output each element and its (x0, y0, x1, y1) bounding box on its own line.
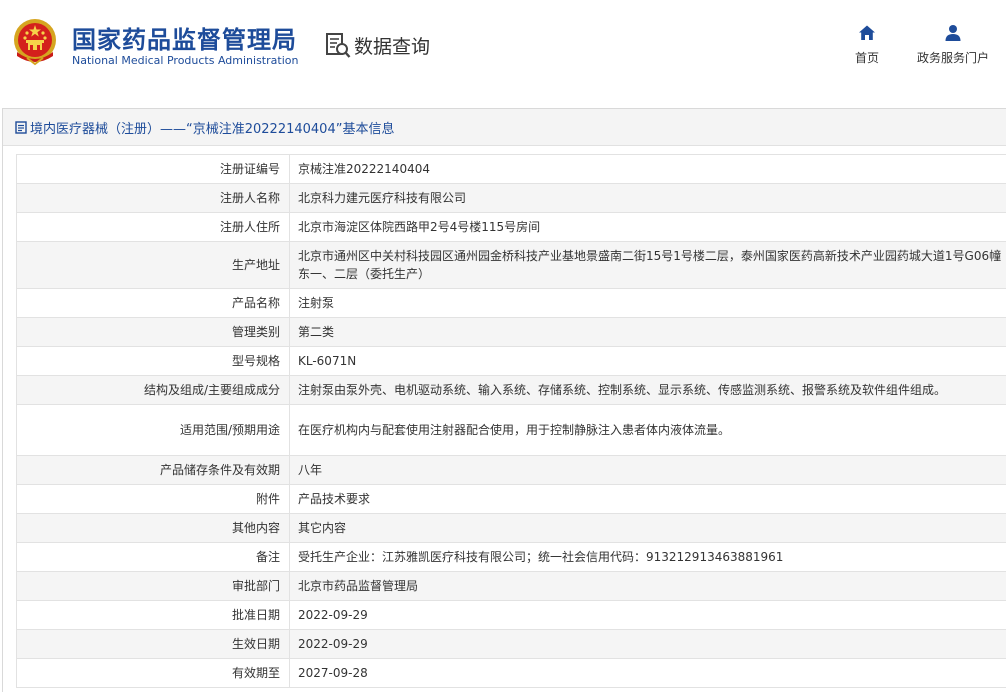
nav-home[interactable]: 首页 (846, 24, 888, 66)
table-row: 注册人名称北京科力建元医疗科技有限公司 (17, 184, 1006, 213)
org-name-cn[interactable]: 国家药品监督管理局 (72, 20, 297, 55)
table-row: 生效日期2022-09-29 (17, 630, 1006, 659)
table-row: 产品名称注射泵 (17, 289, 1006, 318)
nav-service-portal-label: 政务服务门户 (912, 49, 994, 66)
national-emblem-icon (13, 18, 57, 66)
field-value: 在医疗机构内与配套使用注射器配合使用，用于控制静脉注入患者体内液体流量。 (290, 405, 1006, 456)
field-value: 2022-09-29 (290, 601, 1006, 630)
table-row: 型号规格KL-6071N (17, 347, 1006, 376)
field-label: 管理类别 (17, 318, 290, 347)
field-value: 2027-09-28 (290, 659, 1006, 688)
table-row: 适用范围/预期用途在医疗机构内与配套使用注射器配合使用，用于控制静脉注入患者体内… (17, 405, 1006, 456)
site-header: 国家药品监督管理局 National Medical Products Admi… (0, 0, 1006, 96)
document-icon (15, 121, 27, 134)
table-row: 注册证编号京械注准20222140404 (17, 155, 1006, 184)
field-value: 北京科力建元医疗科技有限公司 (290, 184, 1006, 213)
table-row: 有效期至2027-09-28 (17, 659, 1006, 688)
data-search-icon (325, 31, 351, 59)
table-row: 生产地址北京市通州区中关村科技园区通州园金桥科技产业基地景盛南二街15号1号楼二… (17, 242, 1006, 289)
table-row: 附件产品技术要求 (17, 485, 1006, 514)
table-row: 备注受托生产企业：江苏雅凯医疗科技有限公司；统一社会信用代码：913212913… (17, 543, 1006, 572)
field-value: 京械注准20222140404 (290, 155, 1006, 184)
field-label: 批准日期 (17, 601, 290, 630)
field-value: 2022-09-29 (290, 630, 1006, 659)
field-label: 适用范围/预期用途 (17, 405, 290, 456)
field-value: 注射泵由泵外壳、电机驱动系统、输入系统、存储系统、控制系统、显示系统、传感监测系… (290, 376, 1006, 405)
field-value: 产品技术要求 (290, 485, 1006, 514)
field-value: 注射泵 (290, 289, 1006, 318)
field-label: 注册人名称 (17, 184, 290, 213)
table-row: 注册人住所北京市海淀区体院西路甲2号4号楼115号房间 (17, 213, 1006, 242)
field-value: 北京市药品监督管理局 (290, 572, 1006, 601)
registration-info-table: 注册证编号京械注准20222140404 注册人名称北京科力建元医疗科技有限公司… (16, 154, 1006, 688)
field-label: 生效日期 (17, 630, 290, 659)
field-value: 第二类 (290, 318, 1006, 347)
table-row: 其他内容其它内容 (17, 514, 1006, 543)
field-label: 备注 (17, 543, 290, 572)
field-label: 附件 (17, 485, 290, 514)
field-label: 注册证编号 (17, 155, 290, 184)
field-label: 产品储存条件及有效期 (17, 456, 290, 485)
field-label: 产品名称 (17, 289, 290, 318)
field-value: 受托生产企业：江苏雅凯医疗科技有限公司；统一社会信用代码：91321291346… (290, 543, 1006, 572)
table-row: 批准日期2022-09-29 (17, 601, 1006, 630)
user-icon (944, 24, 962, 42)
table-row: 管理类别第二类 (17, 318, 1006, 347)
panel-header: 境内医疗器械（注册）——“京械注准20222140404”基本信息 (3, 109, 1006, 146)
nav-service-portal[interactable]: 政务服务门户 (912, 24, 994, 66)
table-row: 产品储存条件及有效期八年 (17, 456, 1006, 485)
field-label: 结构及组成/主要组成成分 (17, 376, 290, 405)
data-query-section: 数据查询 (325, 31, 430, 59)
panel-title: 境内医疗器械（注册）——“京械注准20222140404”基本信息 (30, 118, 394, 137)
field-label: 其他内容 (17, 514, 290, 543)
field-label: 注册人住所 (17, 213, 290, 242)
field-value: 北京市海淀区体院西路甲2号4号楼115号房间 (290, 213, 1006, 242)
field-value: 八年 (290, 456, 1006, 485)
home-icon (858, 24, 876, 42)
detail-panel: 境内医疗器械（注册）——“京械注准20222140404”基本信息 注册证编号京… (2, 108, 1006, 692)
field-value: KL-6071N (290, 347, 1006, 376)
field-value: 其它内容 (290, 514, 1006, 543)
org-name-en[interactable]: National Medical Products Administration (72, 54, 298, 67)
table-row: 结构及组成/主要组成成分注射泵由泵外壳、电机驱动系统、输入系统、存储系统、控制系… (17, 376, 1006, 405)
field-label: 审批部门 (17, 572, 290, 601)
section-label: 数据查询 (354, 32, 430, 59)
field-label: 型号规格 (17, 347, 290, 376)
nav-home-label: 首页 (846, 49, 888, 66)
field-label: 有效期至 (17, 659, 290, 688)
field-value: 北京市通州区中关村科技园区通州园金桥科技产业基地景盛南二街15号1号楼二层，泰州… (290, 242, 1006, 289)
table-row: 审批部门北京市药品监督管理局 (17, 572, 1006, 601)
field-label: 生产地址 (17, 242, 290, 289)
